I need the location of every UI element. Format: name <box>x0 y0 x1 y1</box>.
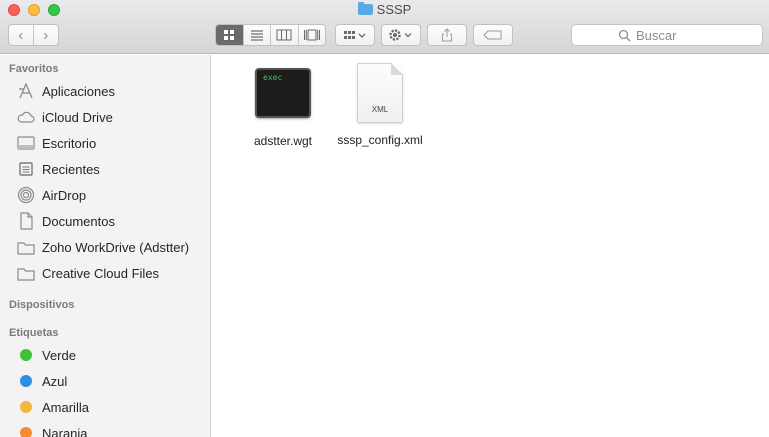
terminal-exec-icon: exec <box>255 68 311 118</box>
sidebar-item-tag-amarilla[interactable]: Amarilla <box>0 394 210 420</box>
search-field[interactable] <box>571 24 763 46</box>
file-name: sssp_config.xml <box>337 133 423 147</box>
list-icon <box>250 30 263 41</box>
devices-header: Dispositivos <box>9 299 75 311</box>
column-view-button[interactable] <box>271 25 299 45</box>
sidebar-item-label: Documentos <box>42 213 115 229</box>
titlebar: SSSP ‹ › <box>0 0 769 54</box>
sidebar-item-aplicaciones[interactable]: Aplicaciones <box>0 78 210 104</box>
sidebar-item-label: AirDrop <box>42 187 87 203</box>
share-button[interactable] <box>427 24 467 46</box>
search-input[interactable] <box>636 27 716 43</box>
sidebar-item-recientes[interactable]: Recientes <box>0 156 210 182</box>
sidebar-item-label: Creative Cloud Files <box>42 265 160 281</box>
share-icon <box>442 28 452 42</box>
green-tag-icon <box>20 349 32 361</box>
file-name: adstter.wgt <box>253 134 313 148</box>
gear-icon <box>389 29 412 41</box>
documents-icon <box>16 212 36 230</box>
sidebar-item-tag-verde[interactable]: Verde <box>0 342 210 368</box>
gallery-icon <box>303 29 320 41</box>
sidebar: Favoritos Aplicaciones iCloud Drive Escr… <box>0 55 211 437</box>
search-icon <box>618 29 631 41</box>
sidebar-item-label: Amarilla <box>42 399 89 415</box>
sidebar-item-label: iCloud Drive <box>42 109 113 125</box>
desktop-icon <box>16 134 36 152</box>
sidebar-item-zoho-workdrive[interactable]: Zoho WorkDrive (Adstter) <box>0 234 210 260</box>
back-button[interactable]: ‹ <box>9 25 34 45</box>
file-item-sssp-config-xml[interactable]: XML sssp_config.xml <box>330 63 430 147</box>
recents-icon <box>16 160 36 178</box>
favorites-header: Favoritos <box>9 63 59 75</box>
orange-tag-icon <box>20 427 32 437</box>
folder-icon <box>16 264 36 282</box>
sidebar-item-tag-naranja[interactable]: Naranja <box>0 420 210 437</box>
columns-icon <box>276 29 292 41</box>
airdrop-icon <box>16 186 36 204</box>
sidebar-item-icloud-drive[interactable]: iCloud Drive <box>0 104 210 130</box>
xml-document-icon: XML <box>357 63 403 123</box>
sidebar-item-label: Verde <box>42 347 76 363</box>
action-menu-button[interactable] <box>381 24 421 46</box>
page-fold <box>391 63 403 75</box>
file-item-adstter-wgt[interactable]: exec adstter.wgt <box>233 68 333 148</box>
list-view-button[interactable] <box>244 25 271 45</box>
folder-icon <box>16 238 36 256</box>
tag-icon <box>483 30 502 40</box>
sidebar-item-label: Escritorio <box>42 135 97 151</box>
applications-icon <box>16 82 36 100</box>
edit-tags-button[interactable] <box>473 24 513 46</box>
sidebar-item-label: Azul <box>42 373 68 389</box>
sidebar-item-tag-azul[interactable]: Azul <box>0 368 210 394</box>
exec-badge: exec <box>263 73 283 82</box>
xml-badge: XML <box>371 105 389 114</box>
sidebar-item-label: Naranja <box>42 425 88 437</box>
finder-window: SSSP ‹ › Buscar Favoritos Aplicaciones i… <box>0 0 769 437</box>
sidebar-item-escritorio[interactable]: Escritorio <box>0 130 210 156</box>
sidebar-item-label: Recientes <box>42 161 100 177</box>
window-title-text: SSSP <box>376 2 412 17</box>
sidebar-item-label: Aplicaciones <box>42 83 115 99</box>
tags-header: Etiquetas <box>9 327 59 339</box>
grid-icon <box>224 30 235 40</box>
view-mode-group <box>215 24 326 46</box>
window-title: SSSP <box>0 2 769 17</box>
sidebar-item-label: Zoho WorkDrive (Adstter) <box>42 239 190 255</box>
group-by-button[interactable] <box>335 24 375 46</box>
folder-icon <box>357 2 373 15</box>
sidebar-item-airdrop[interactable]: AirDrop <box>0 182 210 208</box>
arrange-icon <box>344 31 366 39</box>
icon-view-button[interactable] <box>216 25 244 45</box>
yellow-tag-icon <box>20 401 32 413</box>
forward-button[interactable]: › <box>34 25 58 45</box>
blue-tag-icon <box>20 375 32 387</box>
back-forward-group: ‹ › <box>8 24 59 46</box>
gallery-view-button[interactable] <box>299 25 326 45</box>
file-browser-content: exec adstter.wgt XML sssp_config.xml <box>212 55 769 437</box>
sidebar-item-creative-cloud-files[interactable]: Creative Cloud Files <box>0 260 210 286</box>
cloud-icon <box>16 108 36 126</box>
sidebar-item-documentos[interactable]: Documentos <box>0 208 210 234</box>
